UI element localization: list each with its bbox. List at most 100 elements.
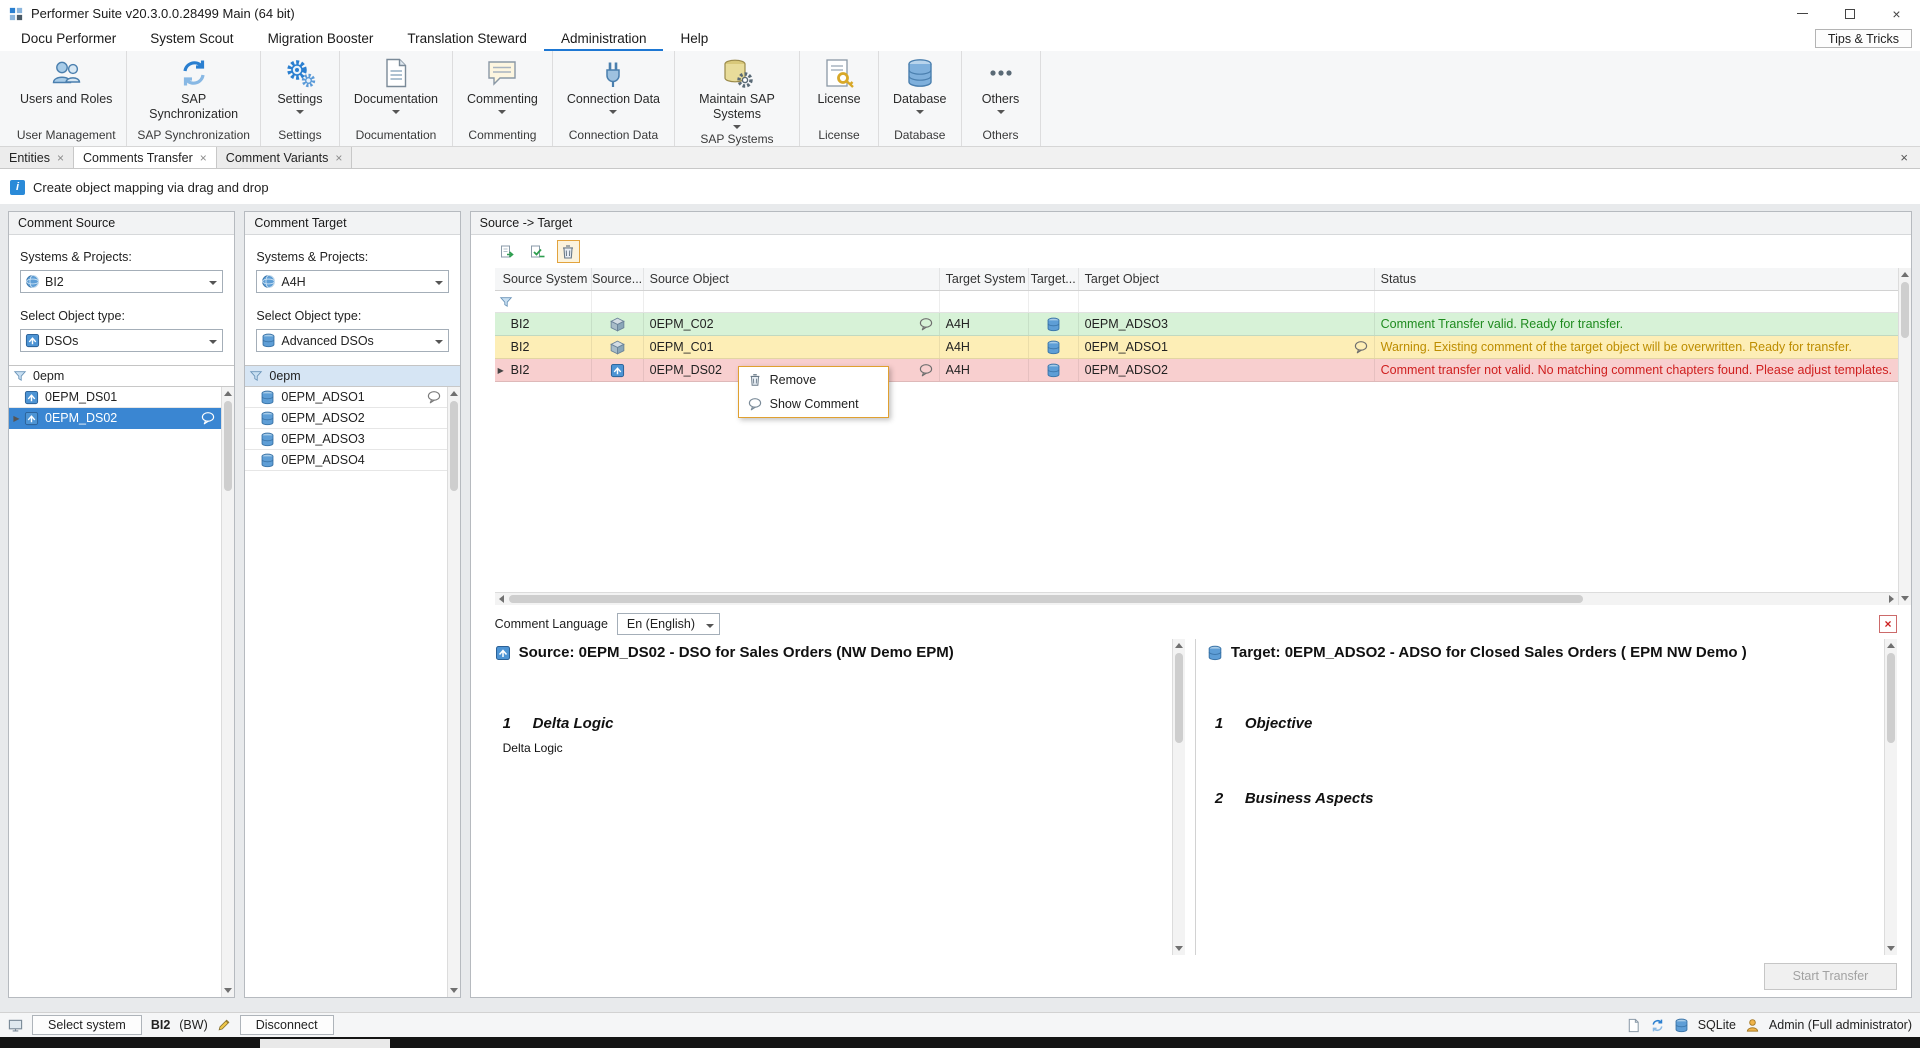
menu-tab-docu-performer[interactable]: Docu Performer — [4, 27, 133, 51]
vertical-scrollbar[interactable] — [1172, 639, 1185, 955]
map-objects-button[interactable] — [497, 240, 520, 263]
scroll-down-button[interactable] — [222, 984, 235, 997]
tab-comments-transfer[interactable]: Comments Transfer × — [74, 147, 217, 168]
close-comment-preview-button[interactable]: × — [1879, 615, 1897, 633]
mapping-row-warning[interactable]: BI2 0EPM_C01 A4H 0EPM_ADSO1 Warning. Exi… — [495, 336, 1898, 359]
target-object-list: 0epm 0EPM_ADSO1 — [245, 365, 459, 997]
window-title: Performer Suite v20.3.0.0.28499 Main (64… — [31, 6, 1779, 21]
users-and-roles-button[interactable]: Users and Roles — [16, 56, 116, 125]
menu-tab-system-scout[interactable]: System Scout — [133, 27, 250, 51]
scroll-down-button[interactable] — [1899, 592, 1912, 605]
tab-comment-variants[interactable]: Comment Variants × — [217, 147, 353, 168]
comment-bubble-icon — [201, 411, 215, 425]
menu-tab-help[interactable]: Help — [663, 27, 725, 51]
users-icon — [50, 57, 82, 89]
tab-close-icon[interactable]: × — [200, 151, 207, 165]
menu-tab-administration[interactable]: Administration — [544, 27, 664, 51]
source-system-dropdown[interactable]: BI2 — [20, 270, 223, 293]
context-menu-item-remove[interactable]: Remove — [740, 368, 887, 392]
scroll-up-button[interactable] — [1899, 268, 1912, 281]
refresh-icon[interactable] — [1650, 1018, 1665, 1033]
menu-tab-translation-steward[interactable]: Translation Steward — [390, 27, 544, 51]
scrollbar-track[interactable] — [222, 400, 234, 984]
remove-mapping-button[interactable] — [557, 240, 580, 263]
scrollbar-track[interactable] — [508, 593, 1885, 605]
scrollbar-track[interactable] — [1899, 281, 1911, 592]
others-button[interactable]: Others — [972, 56, 1030, 125]
mapping-row-valid[interactable]: BI2 0EPM_C02 A4H 0EPM_ADSO3 Comment Tran… — [495, 313, 1898, 336]
list-item-selected[interactable]: ▶ 0EPM_DS02 — [9, 408, 221, 429]
systems-projects-label: Systems & Projects: — [20, 250, 223, 264]
grid-filter-row[interactable] — [495, 291, 1898, 313]
vertical-scrollbar[interactable] — [221, 387, 234, 997]
gears-icon — [284, 57, 316, 89]
status-text: Warning. Existing comment of the target … — [1375, 336, 1898, 358]
tab-close-icon[interactable]: × — [57, 151, 64, 165]
start-transfer-button[interactable]: Start Transfer — [1764, 963, 1897, 990]
scroll-left-button[interactable] — [495, 593, 508, 606]
column-header-status[interactable]: Status — [1375, 268, 1898, 290]
vertical-scrollbar[interactable] — [1898, 268, 1911, 605]
comment-language-dropdown[interactable]: En (English) — [617, 613, 720, 635]
column-header-target-system[interactable]: Target System — [940, 268, 1029, 290]
scroll-right-button[interactable] — [1885, 593, 1898, 606]
minimize-button[interactable] — [1779, 0, 1826, 27]
list-item[interactable]: 0EPM_DS01 — [9, 387, 221, 408]
list-item[interactable]: 0EPM_ADSO4 — [245, 450, 446, 471]
scroll-up-button[interactable] — [1885, 639, 1898, 652]
target-object-type-dropdown[interactable]: Advanced DSOs — [256, 329, 448, 352]
menu-tab-migration-booster[interactable]: Migration Booster — [251, 27, 391, 51]
commenting-button[interactable]: Commenting — [463, 56, 542, 125]
scroll-down-button[interactable] — [447, 984, 460, 997]
pencil-icon[interactable] — [217, 1018, 231, 1032]
scroll-up-button[interactable] — [447, 387, 460, 400]
scroll-down-button[interactable] — [1172, 942, 1185, 955]
list-item[interactable]: 0EPM_ADSO3 — [245, 429, 446, 450]
documentation-button[interactable]: Documentation — [350, 56, 442, 125]
sap-synchronization-button[interactable]: SAP Synchronization — [142, 56, 246, 125]
source-filter-row[interactable]: 0epm — [9, 366, 234, 387]
map-all-button[interactable] — [527, 240, 550, 263]
list-item[interactable]: 0EPM_ADSO1 — [245, 387, 446, 408]
column-header-target-object[interactable]: Target Object — [1079, 268, 1375, 290]
disconnect-button[interactable]: Disconnect — [240, 1015, 334, 1035]
maximize-button[interactable] — [1826, 0, 1873, 27]
column-header-source-system[interactable]: Source System — [495, 268, 592, 290]
license-button[interactable]: License — [810, 56, 868, 125]
settings-button[interactable]: Settings — [271, 56, 329, 125]
tips-tricks-button[interactable]: Tips & Tricks — [1815, 29, 1912, 48]
column-header-source-type[interactable]: Source... — [592, 268, 644, 290]
scroll-up-button[interactable] — [1172, 639, 1185, 652]
scrollbar-track[interactable] — [1885, 652, 1897, 942]
vertical-scrollbar[interactable] — [1884, 639, 1897, 955]
target-system-dropdown[interactable]: A4H — [256, 270, 448, 293]
comment-heading: 1 Objective — [1215, 715, 1884, 732]
list-item[interactable]: 0EPM_ADSO2 — [245, 408, 446, 429]
database-button[interactable]: Database — [889, 56, 951, 125]
close-document-button[interactable]: × — [1888, 147, 1920, 168]
vertical-scrollbar[interactable] — [447, 387, 460, 997]
source-object-type-dropdown[interactable]: DSOs — [20, 329, 223, 352]
connection-data-button[interactable]: Connection Data — [563, 56, 664, 125]
horizontal-scrollbar[interactable] — [495, 592, 1898, 605]
info-bar: i Create object mapping via drag and dro… — [0, 176, 1920, 198]
select-system-button[interactable]: Select system — [32, 1015, 142, 1035]
tab-close-icon[interactable]: × — [335, 151, 342, 165]
close-button[interactable]: × — [1873, 0, 1920, 27]
scrollbar-track[interactable] — [448, 400, 460, 984]
chevron-down-icon — [498, 110, 506, 114]
sync-icon — [178, 57, 210, 89]
column-header-source-object[interactable]: Source Object — [644, 268, 940, 290]
expand-arrow-icon[interactable]: ▶ — [9, 414, 24, 423]
log-page-icon[interactable] — [1626, 1018, 1641, 1033]
target-filter-row[interactable]: 0epm — [245, 366, 459, 387]
tab-entities[interactable]: Entities × — [0, 147, 74, 168]
mapping-row-error[interactable]: ▶BI2 0EPM_DS02 A4H 0EPM_ADSO2 Comment tr… — [495, 359, 1898, 382]
column-header-target-type[interactable]: Target... — [1029, 268, 1079, 290]
scroll-up-button[interactable] — [222, 387, 235, 400]
maintain-sap-systems-button[interactable]: Maintain SAP Systems — [685, 56, 789, 129]
scrollbar-track[interactable] — [1173, 652, 1185, 942]
scroll-down-button[interactable] — [1885, 942, 1898, 955]
context-menu-item-show-comment[interactable]: Show Comment — [740, 392, 887, 416]
connected-system-name: BI2 — [151, 1018, 170, 1032]
